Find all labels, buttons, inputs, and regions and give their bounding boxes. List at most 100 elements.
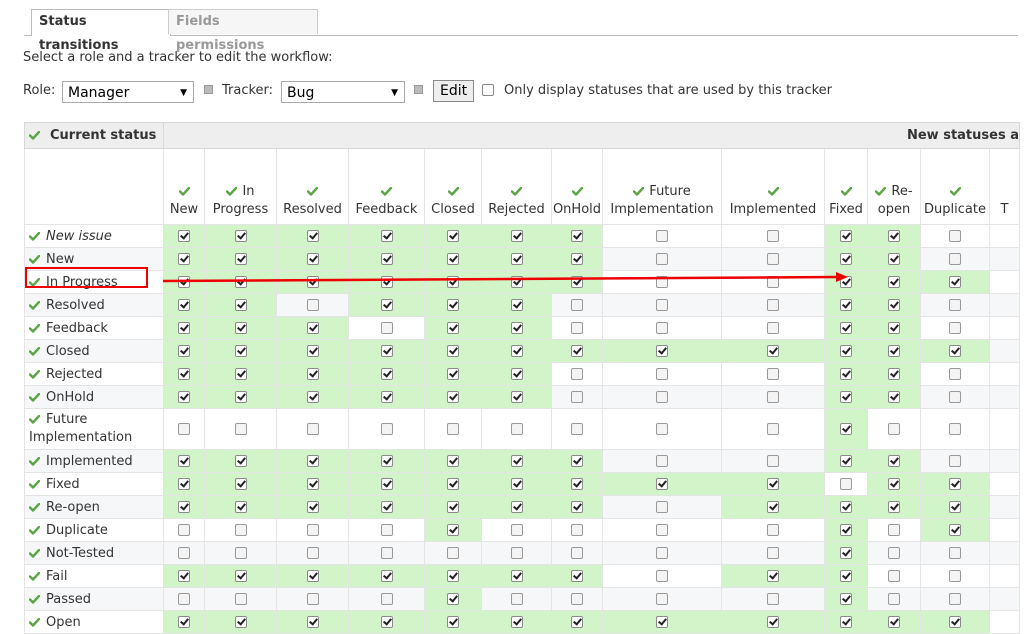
row-label[interactable]: Future Implementation: [24, 408, 164, 450]
transition-checkbox[interactable]: [767, 478, 779, 490]
row-label[interactable]: New issue: [24, 224, 164, 248]
transition-checkbox[interactable]: [840, 524, 852, 536]
transition-checkbox[interactable]: [447, 368, 459, 380]
transition-checkbox[interactable]: [840, 230, 852, 242]
transition-checkbox[interactable]: [510, 570, 523, 582]
transition-checkbox[interactable]: [306, 478, 319, 490]
transition-checkbox[interactable]: [380, 391, 393, 403]
transition-checkbox[interactable]: [840, 547, 852, 559]
transition-checkbox[interactable]: [888, 570, 900, 582]
transition-checkbox[interactable]: [234, 501, 247, 513]
column-header[interactable]: Future Implementation: [602, 148, 722, 225]
column-header[interactable]: Rejected: [481, 148, 552, 225]
transition-checkbox[interactable]: [380, 501, 393, 513]
transition-checkbox[interactable]: [510, 253, 523, 265]
edit-button[interactable]: Edit: [433, 80, 475, 102]
transition-checkbox[interactable]: [949, 391, 961, 403]
row-label[interactable]: Closed: [24, 339, 164, 363]
transition-checkbox[interactable]: [840, 345, 852, 357]
transition-checkbox[interactable]: [178, 455, 190, 467]
transition-checkbox[interactable]: [888, 299, 900, 311]
transition-checkbox[interactable]: [234, 322, 247, 334]
row-label[interactable]: OnHold: [24, 385, 164, 409]
transition-checkbox[interactable]: [178, 478, 190, 490]
transition-checkbox[interactable]: [767, 570, 779, 582]
transition-checkbox[interactable]: [656, 593, 668, 605]
transition-checkbox[interactable]: [178, 276, 190, 288]
row-label[interactable]: Resolved: [24, 293, 164, 317]
transition-checkbox[interactable]: [571, 547, 583, 559]
transition-checkbox[interactable]: [949, 547, 961, 559]
transition-checkbox[interactable]: [234, 253, 247, 265]
transition-checkbox[interactable]: [234, 276, 247, 288]
transition-checkbox[interactable]: [447, 524, 459, 536]
transition-checkbox[interactable]: [840, 299, 852, 311]
transition-checkbox[interactable]: [571, 322, 583, 334]
transition-checkbox[interactable]: [178, 299, 190, 311]
row-label[interactable]: In Progress: [24, 270, 164, 294]
transition-checkbox[interactable]: [380, 423, 393, 435]
transition-checkbox[interactable]: [178, 501, 190, 513]
transition-checkbox[interactable]: [767, 276, 779, 288]
transition-checkbox[interactable]: [571, 616, 583, 628]
transition-checkbox[interactable]: [949, 570, 961, 582]
column-header[interactable]: Resolved: [276, 148, 349, 225]
transition-checkbox[interactable]: [234, 368, 247, 380]
transition-checkbox[interactable]: [571, 391, 583, 403]
transition-checkbox[interactable]: [656, 547, 668, 559]
transition-checkbox[interactable]: [380, 593, 393, 605]
transition-checkbox[interactable]: [656, 253, 668, 265]
transition-checkbox[interactable]: [234, 423, 247, 435]
transition-checkbox[interactable]: [949, 253, 961, 265]
transition-checkbox[interactable]: [178, 593, 190, 605]
transition-checkbox[interactable]: [571, 593, 583, 605]
row-label[interactable]: Rejected: [24, 362, 164, 386]
transition-checkbox[interactable]: [888, 478, 900, 490]
row-label[interactable]: New: [24, 247, 164, 271]
transition-checkbox[interactable]: [888, 230, 900, 242]
transition-checkbox[interactable]: [306, 501, 319, 513]
transition-checkbox[interactable]: [510, 547, 523, 559]
transition-checkbox[interactable]: [767, 391, 779, 403]
column-header[interactable]: New: [163, 148, 205, 225]
transition-checkbox[interactable]: [306, 345, 319, 357]
transition-checkbox[interactable]: [447, 478, 459, 490]
transition-checkbox[interactable]: [949, 478, 961, 490]
transition-checkbox[interactable]: [510, 322, 523, 334]
row-label[interactable]: Passed: [24, 587, 164, 611]
transition-checkbox[interactable]: [656, 616, 668, 628]
column-header[interactable]: Closed: [424, 148, 482, 225]
transition-checkbox[interactable]: [306, 230, 319, 242]
transition-checkbox[interactable]: [380, 547, 393, 559]
transition-checkbox[interactable]: [656, 276, 668, 288]
transition-checkbox[interactable]: [767, 230, 779, 242]
transition-checkbox[interactable]: [234, 570, 247, 582]
transition-checkbox[interactable]: [447, 299, 459, 311]
transition-checkbox[interactable]: [656, 322, 668, 334]
transition-checkbox[interactable]: [888, 368, 900, 380]
column-header[interactable]: Re-open: [867, 148, 921, 225]
transition-checkbox[interactable]: [510, 616, 523, 628]
transition-checkbox[interactable]: [510, 345, 523, 357]
transition-checkbox[interactable]: [840, 253, 852, 265]
transition-checkbox[interactable]: [380, 322, 393, 334]
transition-checkbox[interactable]: [840, 501, 852, 513]
transition-checkbox[interactable]: [306, 547, 319, 559]
transition-checkbox[interactable]: [888, 455, 900, 467]
transition-checkbox[interactable]: [306, 368, 319, 380]
transition-checkbox[interactable]: [234, 299, 247, 311]
transition-checkbox[interactable]: [949, 276, 961, 288]
transition-checkbox[interactable]: [447, 230, 459, 242]
transition-checkbox[interactable]: [949, 455, 961, 467]
transition-checkbox[interactable]: [571, 276, 583, 288]
transition-checkbox[interactable]: [656, 368, 668, 380]
transition-checkbox[interactable]: [234, 455, 247, 467]
transition-checkbox[interactable]: [656, 299, 668, 311]
transition-checkbox[interactable]: [888, 616, 900, 628]
transition-checkbox[interactable]: [571, 368, 583, 380]
transition-checkbox[interactable]: [380, 616, 393, 628]
transition-checkbox[interactable]: [767, 501, 779, 513]
transition-checkbox[interactable]: [178, 524, 190, 536]
transition-checkbox[interactable]: [840, 391, 852, 403]
transition-checkbox[interactable]: [306, 253, 319, 265]
